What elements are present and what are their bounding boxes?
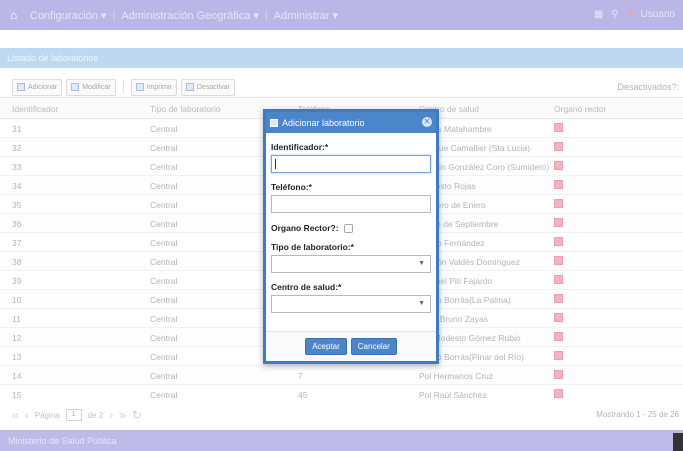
- centro-salud-label: Centro de salud:*: [271, 282, 342, 292]
- dialog-icon: [270, 118, 278, 127]
- footer-title: Ministerio de Salud Pública: [8, 435, 117, 446]
- add-laboratory-dialog: Adicionar laboratorio ✕ Identificador:* …: [263, 109, 439, 364]
- organo-rector-label: Organo Rector?:: [271, 223, 339, 233]
- menu-separator: |: [264, 8, 268, 21]
- grid-icon[interactable]: ▦: [594, 9, 603, 20]
- menu-administracion-geografica[interactable]: Administración Geográfica ▾: [121, 9, 259, 22]
- dialog-title-bar[interactable]: Adicionar laboratorio ✕: [266, 112, 436, 133]
- user-icon[interactable]: ⚲: [611, 9, 618, 20]
- top-menu-bar: ⌂ Configuración ▾ | Administración Geogr…: [0, 0, 683, 30]
- app-footer: Ministerio de Salud Pública: [0, 430, 683, 451]
- alert-icon[interactable]: ♥: [627, 9, 633, 20]
- dialog-body: Identificador:* Teléfono:* Organo Rector…: [266, 142, 436, 313]
- identificador-label: Identificador:*: [271, 142, 329, 152]
- identificador-input[interactable]: [271, 155, 431, 173]
- organo-rector-row: Organo Rector?:: [271, 223, 431, 233]
- telefono-label: Teléfono:*: [271, 182, 312, 192]
- cancel-button[interactable]: Cancelar: [350, 338, 397, 355]
- top-nav: Configuración ▾ | Administración Geográf…: [30, 9, 338, 22]
- chevron-down-icon[interactable]: ▼: [418, 300, 425, 307]
- close-icon[interactable]: ✕: [422, 117, 432, 127]
- top-right-tools: ▦ ⚲ ♥ Usuario: [594, 9, 675, 20]
- home-icon[interactable]: ⌂: [10, 9, 22, 21]
- accept-button[interactable]: Aceptar: [305, 338, 347, 355]
- user-label[interactable]: Usuario: [641, 9, 675, 20]
- tipo-laboratorio-label: Tipo de laboratorio:*: [271, 242, 354, 252]
- dialog-footer: Aceptar Cancelar: [266, 331, 436, 361]
- organo-rector-checkbox[interactable]: [343, 223, 353, 233]
- tipo-laboratorio-select[interactable]: ▼: [271, 255, 431, 273]
- chevron-down-icon[interactable]: ▼: [418, 260, 425, 267]
- centro-salud-select[interactable]: ▼: [271, 295, 431, 313]
- menu-administrar[interactable]: Administrar ▾: [274, 9, 338, 22]
- telefono-input[interactable]: [271, 195, 431, 213]
- menu-configuracion[interactable]: Configuración ▾: [30, 9, 106, 22]
- dialog-title: Adicionar laboratorio: [282, 117, 365, 128]
- menu-separator: |: [112, 8, 116, 21]
- corner-widget[interactable]: [673, 433, 683, 451]
